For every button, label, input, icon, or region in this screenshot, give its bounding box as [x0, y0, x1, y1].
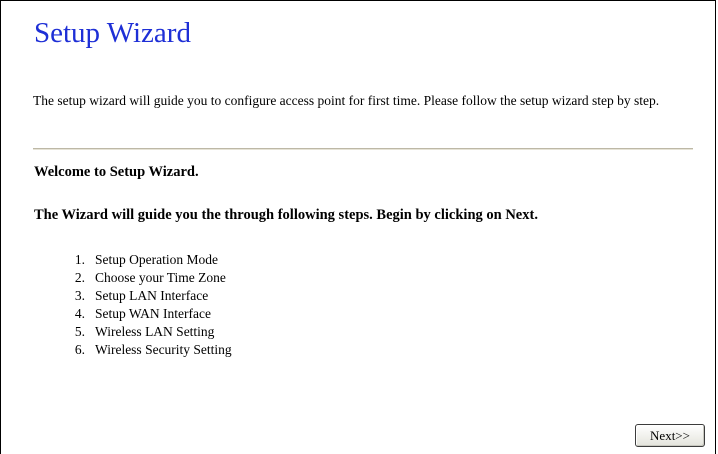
step-item: 3. Setup LAN Interface	[49, 287, 232, 305]
step-number: 6.	[74, 342, 85, 357]
step-item: 6. Wireless Security Setting	[49, 341, 232, 359]
step-item: 2. Choose your Time Zone	[49, 269, 232, 287]
steps-list: 1. Setup Operation Mode 2. Choose your Tim…	[49, 251, 232, 359]
step-number: 2.	[74, 270, 85, 285]
divider	[33, 148, 693, 150]
step-label: Setup Operation Mode	[95, 252, 218, 267]
step-number: 4.	[74, 306, 85, 321]
step-item: 4. Setup WAN Interface	[49, 305, 232, 323]
step-label: Wireless Security Setting	[95, 342, 232, 357]
step-number: 5.	[74, 324, 85, 339]
step-number: 3.	[74, 288, 85, 303]
step-label: Choose your Time Zone	[95, 270, 226, 285]
intro-text: The setup wizard will guide you to confi…	[33, 93, 660, 108]
step-label: Setup LAN Interface	[95, 288, 209, 303]
guide-heading: The Wizard will guide you the through fo…	[34, 207, 538, 223]
step-label: Wireless LAN Setting	[95, 324, 215, 339]
setup-wizard-panel: Setup Wizard The setup wizard will guide…	[0, 0, 716, 454]
step-label: Setup WAN Interface	[95, 306, 211, 321]
welcome-heading: Welcome to Setup Wizard.	[34, 164, 199, 180]
page-title: Setup Wizard	[34, 17, 191, 49]
step-item: 5. Wireless LAN Setting	[49, 323, 232, 341]
next-button[interactable]: Next>>	[635, 424, 705, 447]
step-number: 1.	[74, 252, 85, 267]
step-item: 1. Setup Operation Mode	[49, 251, 232, 269]
